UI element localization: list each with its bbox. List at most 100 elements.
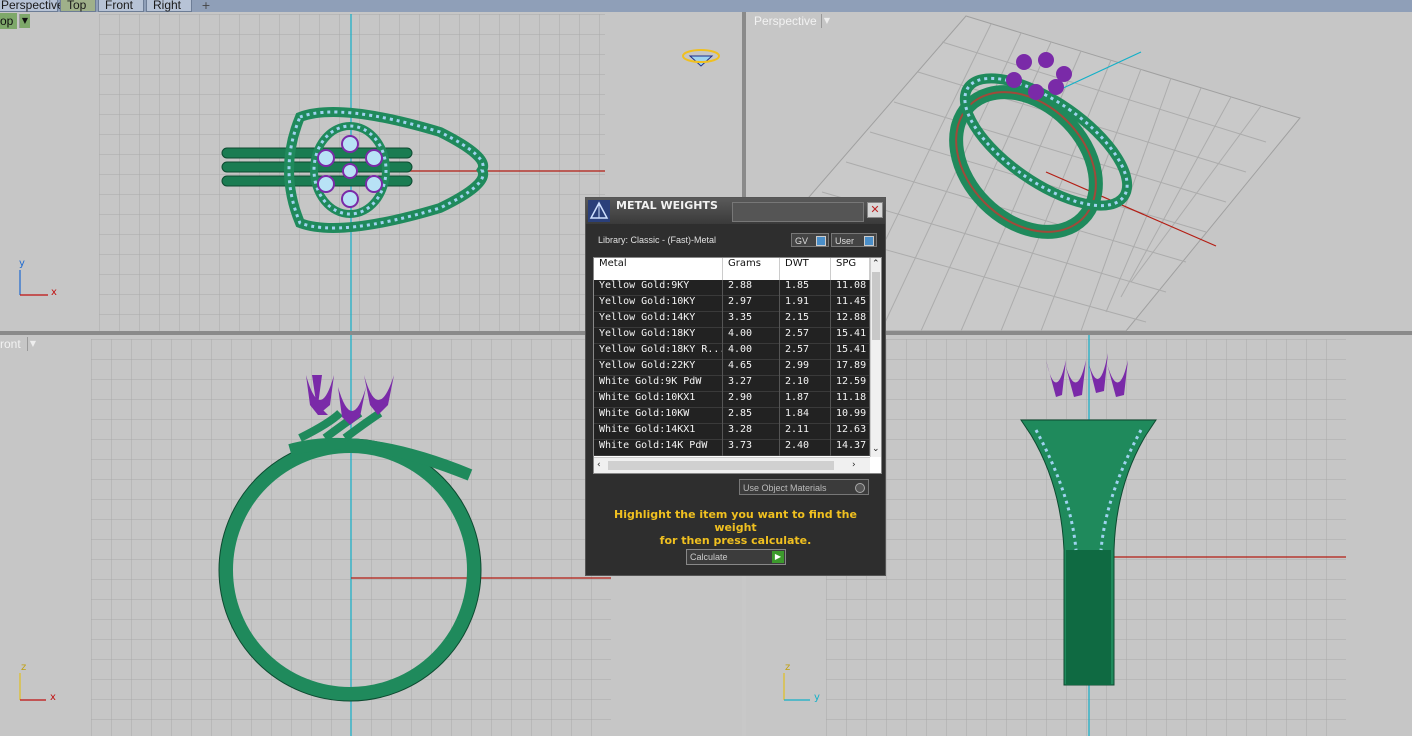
cell-metal: White Gold:10KX1 xyxy=(594,392,723,408)
table-row[interactable]: White Gold:14KX1 3.28 2.11 12.63 xyxy=(594,424,870,440)
calculate-button[interactable]: Calculate ▶ xyxy=(686,549,786,565)
col-header-spg[interactable]: SPG xyxy=(831,258,870,280)
cell-spg: 15.41 xyxy=(831,328,870,344)
viewport-label-perspective[interactable]: Perspective xyxy=(750,13,821,29)
table-row[interactable]: Yellow Gold:18KY 4.00 2.57 15.41 xyxy=(594,328,870,344)
cell-metal: Yellow Gold:18KY xyxy=(594,328,723,344)
instruction-text: Highlight the item you want to find the … xyxy=(596,508,875,547)
col-header-dwt[interactable]: DWT xyxy=(780,258,831,280)
user-toggle-label: User xyxy=(835,236,855,246)
cell-spg: 17.89 xyxy=(831,360,870,376)
panel-title-bar[interactable]: METAL WEIGHTS ✕ xyxy=(586,198,885,224)
cell-grams: 3.27 xyxy=(723,376,780,392)
viewport-menu-arrow-perspective[interactable]: ▼ xyxy=(821,14,832,28)
play-icon: ▶ xyxy=(772,551,784,563)
tab-perspective[interactable]: Perspective xyxy=(0,0,64,12)
cell-spg: 15.41 xyxy=(831,344,870,360)
instruction-line-2: for then press calculate. xyxy=(659,534,812,547)
vertical-scroll-thumb[interactable] xyxy=(872,272,880,340)
cell-dwt: 2.99 xyxy=(780,360,831,376)
table-header: Metal Grams DWT SPG xyxy=(594,258,870,280)
table-row[interactable]: White Gold:10KW 2.85 1.84 10.99 xyxy=(594,408,870,424)
table-row[interactable]: Yellow Gold:9KY 2.88 1.85 11.08 xyxy=(594,280,870,296)
tab-right[interactable]: Right xyxy=(146,0,192,12)
table-row[interactable]: White Gold:10KX1 2.90 1.87 11.18 xyxy=(594,392,870,408)
cell-metal: White Gold:14K PdW xyxy=(594,440,723,456)
cell-spg: 11.08 xyxy=(831,280,870,296)
use-object-materials-toggle[interactable]: Use Object Materials xyxy=(739,479,869,495)
cell-grams: 3.73 xyxy=(723,440,780,456)
panel-title: METAL WEIGHTS xyxy=(616,199,718,212)
axis-indicator-front xyxy=(19,673,46,701)
cell-dwt: 1.85 xyxy=(780,280,831,296)
cell-metal: White Gold:9K PdW xyxy=(594,376,723,392)
cell-grams: 3.35 xyxy=(723,312,780,328)
cell-grams: 2.97 xyxy=(723,296,780,312)
cell-dwt: 1.84 xyxy=(780,408,831,424)
vertical-scrollbar[interactable]: ⌃ ⌄ xyxy=(870,258,881,457)
tab-top[interactable]: Top xyxy=(60,0,96,12)
cell-grams: 4.00 xyxy=(723,328,780,344)
instruction-line-1: Highlight the item you want to find the … xyxy=(614,508,857,534)
radio-icon xyxy=(855,483,865,493)
viewport-menu-arrow-front[interactable]: ▼ xyxy=(27,337,38,351)
gv-toggle-indicator xyxy=(816,236,826,246)
cell-spg: 12.88 xyxy=(831,312,870,328)
scroll-down-icon[interactable]: ⌄ xyxy=(872,444,880,454)
horizontal-scroll-thumb[interactable] xyxy=(608,461,834,470)
cell-spg: 11.18 xyxy=(831,392,870,408)
col-header-grams[interactable]: Grams xyxy=(723,258,780,280)
cell-grams: 2.88 xyxy=(723,280,780,296)
table-row[interactable]: White Gold:9K PdW 3.27 2.10 12.59 xyxy=(594,376,870,392)
axis-label-z-right: z xyxy=(785,662,791,673)
cell-grams: 2.85 xyxy=(723,408,780,424)
gv-toggle[interactable]: GV xyxy=(791,233,829,247)
cell-spg: 14.37 xyxy=(831,440,870,456)
horizontal-scrollbar[interactable]: ‹ › xyxy=(594,457,870,473)
cell-dwt: 2.40 xyxy=(780,440,831,456)
metal-weights-panel[interactable]: METAL WEIGHTS ✕ Library: Classic - (Fast… xyxy=(585,197,886,576)
cell-metal: White Gold:14KX1 xyxy=(594,424,723,440)
metal-table[interactable]: Metal Grams DWT SPG Yellow Gold:9KY 2.88 1… xyxy=(593,257,882,474)
cell-dwt: 2.11 xyxy=(780,424,831,440)
table-row[interactable]: Yellow Gold:22KY 4.65 2.99 17.89 xyxy=(594,360,870,376)
scroll-left-icon[interactable]: ‹ xyxy=(597,460,601,470)
cell-grams: 4.65 xyxy=(723,360,780,376)
title-bar-spacer xyxy=(732,202,864,222)
axis-label-y: y xyxy=(19,258,25,269)
user-toggle-indicator xyxy=(864,236,874,246)
table-row[interactable]: Yellow Gold:10KY 2.97 1.91 11.45 xyxy=(594,296,870,312)
scroll-right-icon[interactable]: › xyxy=(852,460,856,470)
cell-spg: 12.63 xyxy=(831,424,870,440)
table-row[interactable]: Yellow Gold:14KY 3.35 2.15 12.88 xyxy=(594,312,870,328)
axis-indicator-top xyxy=(19,270,48,296)
scroll-up-icon[interactable]: ⌃ xyxy=(872,259,880,269)
table-row[interactable]: Yellow Gold:18KY R... 4.00 2.57 15.41 xyxy=(594,344,870,360)
cell-dwt: 1.87 xyxy=(780,392,831,408)
table-row[interactable]: White Gold:14K PdW 3.73 2.40 14.37 xyxy=(594,440,870,456)
tab-front[interactable]: Front xyxy=(98,0,144,12)
app-logo-icon xyxy=(588,200,610,222)
viewport-label-front[interactable]: ront xyxy=(0,336,25,352)
cell-dwt: 2.15 xyxy=(780,312,831,328)
cell-grams: 3.28 xyxy=(723,424,780,440)
library-label: Library: Classic - (Fast)-Metal xyxy=(598,235,717,245)
gizmo-diamond-icon[interactable] xyxy=(682,49,720,67)
cell-dwt: 2.57 xyxy=(780,328,831,344)
gv-toggle-label: GV xyxy=(795,236,809,246)
col-header-metal[interactable]: Metal xyxy=(594,258,723,280)
use-object-materials-label: Use Object Materials xyxy=(743,483,827,493)
cell-metal: Yellow Gold:22KY xyxy=(594,360,723,376)
axis-label-z: z xyxy=(21,662,27,673)
cell-metal: Yellow Gold:14KY xyxy=(594,312,723,328)
user-toggle[interactable]: User xyxy=(831,233,877,247)
cell-spg: 11.45 xyxy=(831,296,870,312)
viewport-label-top[interactable]: op xyxy=(0,13,18,29)
axis-label-x: x xyxy=(51,287,57,298)
cell-spg: 12.59 xyxy=(831,376,870,392)
viewport-menu-arrow-top[interactable]: ▼ xyxy=(19,14,30,28)
calculate-label: Calculate xyxy=(690,552,728,562)
cell-dwt: 2.57 xyxy=(780,344,831,360)
close-button[interactable]: ✕ xyxy=(867,202,883,218)
add-tab-icon[interactable]: + xyxy=(196,0,216,12)
